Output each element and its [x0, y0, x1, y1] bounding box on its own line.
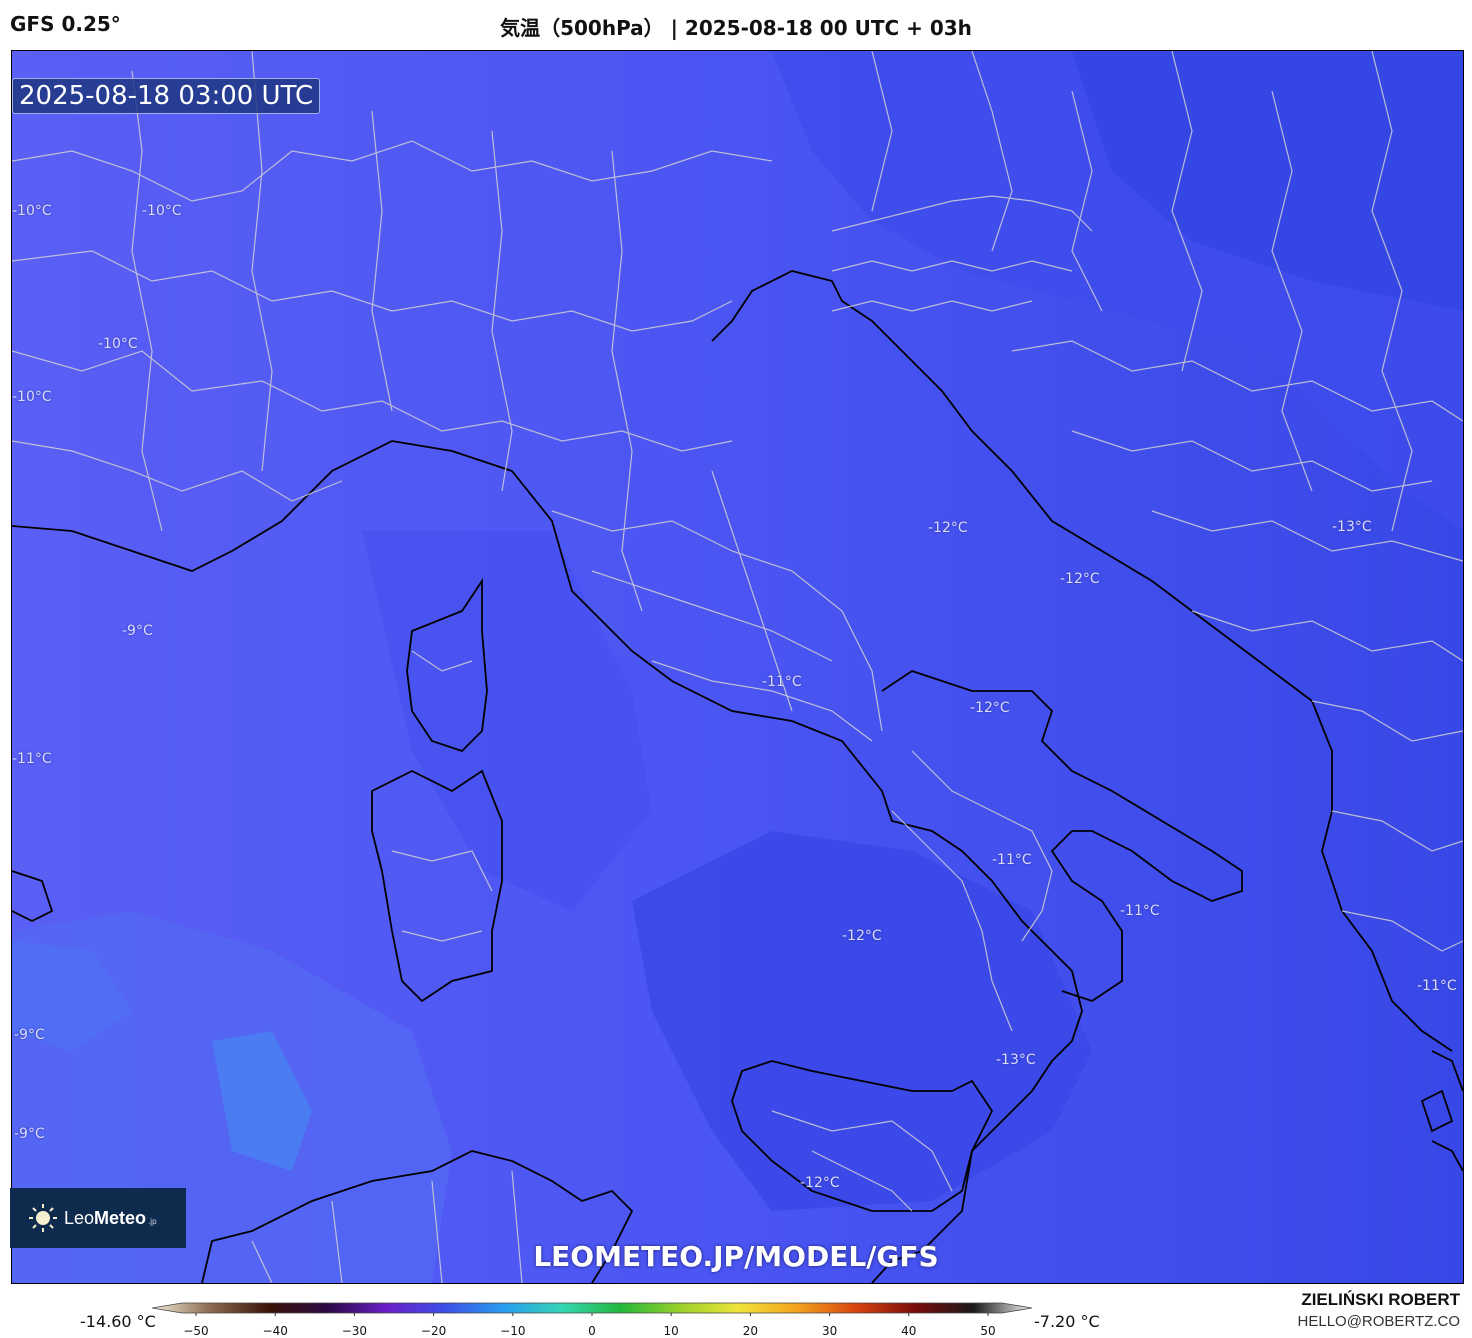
sun-icon — [29, 1204, 57, 1232]
colorbar-tick-label: 40 — [901, 1324, 917, 1338]
temp-label: -10°C — [98, 336, 138, 352]
temp-label: -12°C — [928, 520, 968, 536]
temp-label: -11°C — [1417, 978, 1457, 994]
temp-label: -12°C — [1060, 571, 1100, 587]
colorbar-tick-label: 50 — [980, 1324, 996, 1338]
temp-label: -13°C — [996, 1052, 1036, 1068]
colorbar-tick-label: 0 — [588, 1324, 596, 1338]
colorbar — [152, 1302, 1032, 1316]
temp-label: -10°C — [12, 203, 52, 219]
temp-label: -11°C — [12, 751, 52, 767]
leometeo-logo[interactable]: LeoMeteo .jp — [10, 1188, 186, 1248]
temp-label: -10°C — [142, 203, 182, 219]
temp-label: -11°C — [992, 852, 1032, 868]
watermark-url: LEOMETEO.JP/MODEL/GFS — [533, 1240, 939, 1273]
chart-title: 気温（500hPa） | 2025-08-18 00 UTC + 03h — [500, 16, 972, 40]
temp-label: -10°C — [12, 389, 52, 405]
logo-text: LeoMeteo .jp — [64, 1207, 157, 1228]
temp-label: -12°C — [800, 1175, 840, 1191]
temp-label: -13°C — [1332, 519, 1372, 535]
colorbar-tick-label: −20 — [420, 1324, 447, 1338]
colorbar-tick-label: −40 — [262, 1324, 288, 1338]
author-email[interactable]: HELLO@ROBERTZ.CO — [1298, 1313, 1460, 1330]
map-canvas — [12, 51, 1463, 1283]
colorbar-tick-label: 10 — [663, 1324, 679, 1338]
temp-label: -9°C — [14, 1027, 45, 1043]
temp-label: -12°C — [970, 700, 1010, 716]
colorbar-tick-label: 20 — [742, 1324, 759, 1338]
author-name: ZIELIŃSKI ROBERT — [1301, 1290, 1460, 1309]
map-area[interactable]: -10°C -10°C -10°C -10°C -9°C -11°C -9°C … — [11, 50, 1464, 1284]
temp-label: -11°C — [762, 674, 802, 690]
temp-label: -9°C — [122, 623, 153, 639]
colorbar-ticks: −50 −40 −30 −20 −10 0 10 20 30 40 50 — [0, 1324, 1472, 1338]
colorbar-tick-label: −10 — [500, 1324, 526, 1338]
temp-label: -11°C — [1120, 903, 1160, 919]
colorbar-gradient — [152, 1302, 1032, 1314]
colorbar-tick-label: 30 — [821, 1324, 838, 1338]
colorbar-tick-label: −50 — [183, 1324, 209, 1338]
colorbar-tick-label: −30 — [341, 1324, 368, 1338]
temp-label: -9°C — [14, 1126, 45, 1142]
valid-time-badge: 2025-08-18 03:00 UTC — [12, 78, 321, 114]
temp-label: -12°C — [842, 928, 882, 944]
